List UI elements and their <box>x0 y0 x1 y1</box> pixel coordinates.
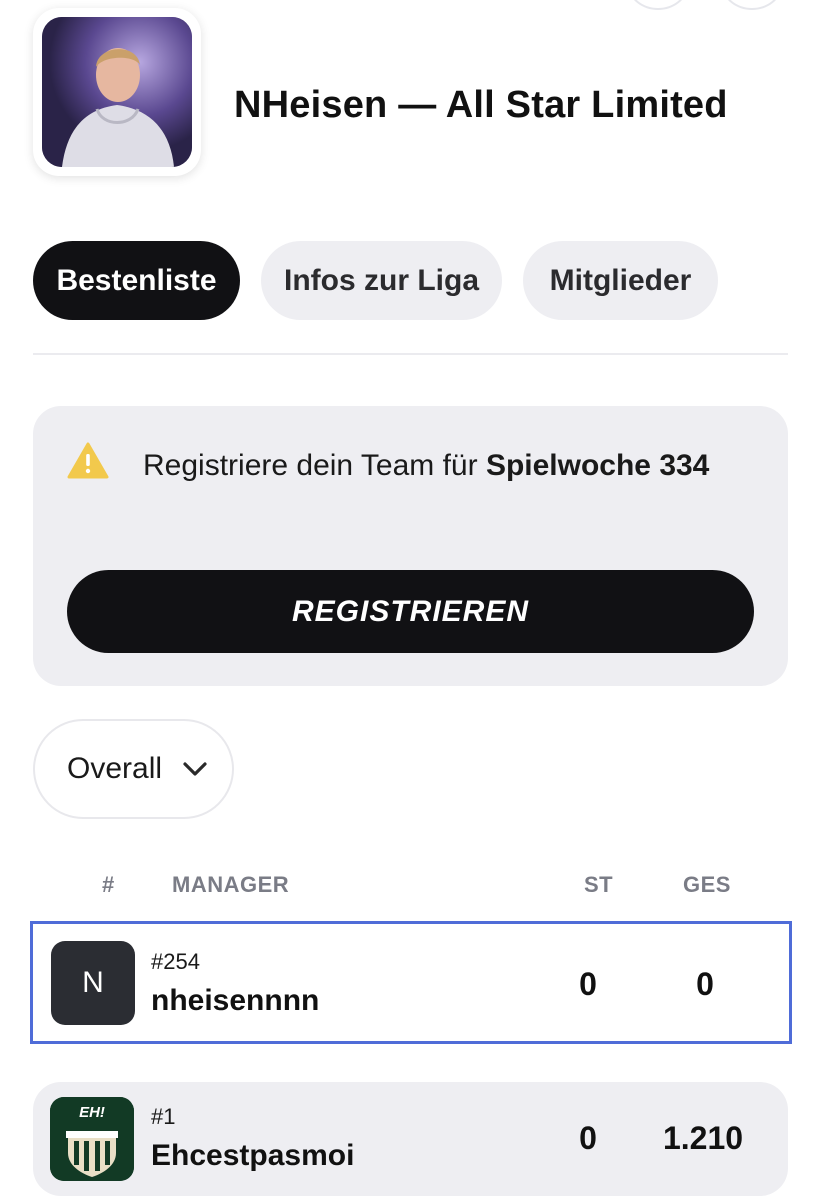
avatar: N <box>51 941 135 1025</box>
table-row[interactable]: EH! #1 Ehcestpasmoi 0 1.210 <box>33 1082 788 1196</box>
registration-message: Registriere dein Team für Spielwoche 334 <box>143 442 743 490</box>
league-title: NHeisen — All Star Limited <box>234 84 728 126</box>
filter-selected-value: Overall <box>67 752 163 785</box>
tab-infos-zur-liga[interactable]: Infos zur Liga <box>261 241 502 320</box>
registration-card: Registriere dein Team für Spielwoche 334… <box>33 406 788 686</box>
warning-icon <box>67 442 109 479</box>
manager-ges-score: 0 <box>696 966 714 1002</box>
registration-text: Registriere dein Team für <box>143 449 486 482</box>
manager-name: nheisennnn <box>151 984 320 1017</box>
manager-name: Ehcestpasmoi <box>151 1139 355 1172</box>
team-crest-icon: EH! <box>50 1097 134 1181</box>
crest-text: EH! <box>79 1104 105 1121</box>
leaderboard-filter-select[interactable]: Overall <box>33 719 234 819</box>
tab-bestenliste[interactable]: Bestenliste <box>33 241 240 320</box>
column-header-manager: MANAGER <box>172 872 290 897</box>
chevron-down-icon <box>183 762 207 776</box>
person-photo-icon <box>42 17 192 167</box>
column-header-rank: # <box>102 872 115 897</box>
top-action-button-1[interactable] <box>628 0 688 10</box>
manager-ges-score: 1.210 <box>662 1120 744 1156</box>
manager-rank: #254 <box>151 949 200 974</box>
team-logo-avatar: EH! <box>50 1097 134 1181</box>
tab-mitglieder[interactable]: Mitglieder <box>523 241 718 320</box>
column-header-ges: GES <box>683 872 731 897</box>
section-divider <box>33 353 788 355</box>
top-action-button-2[interactable] <box>722 0 782 10</box>
column-header-st: ST <box>584 872 614 897</box>
registration-week: Spielwoche 334 <box>485 449 710 482</box>
table-row-own[interactable]: N #254 nheisennnn 0 0 <box>30 921 792 1044</box>
league-avatar-photo <box>42 17 192 167</box>
manager-st-score: 0 <box>579 966 597 1002</box>
league-tabs: Bestenliste Infos zur Liga Mitglieder <box>33 241 718 320</box>
league-avatar <box>33 8 201 176</box>
manager-rank: #1 <box>151 1104 176 1129</box>
register-button[interactable]: REGISTRIEREN <box>67 570 754 653</box>
manager-st-score: 0 <box>579 1120 597 1156</box>
